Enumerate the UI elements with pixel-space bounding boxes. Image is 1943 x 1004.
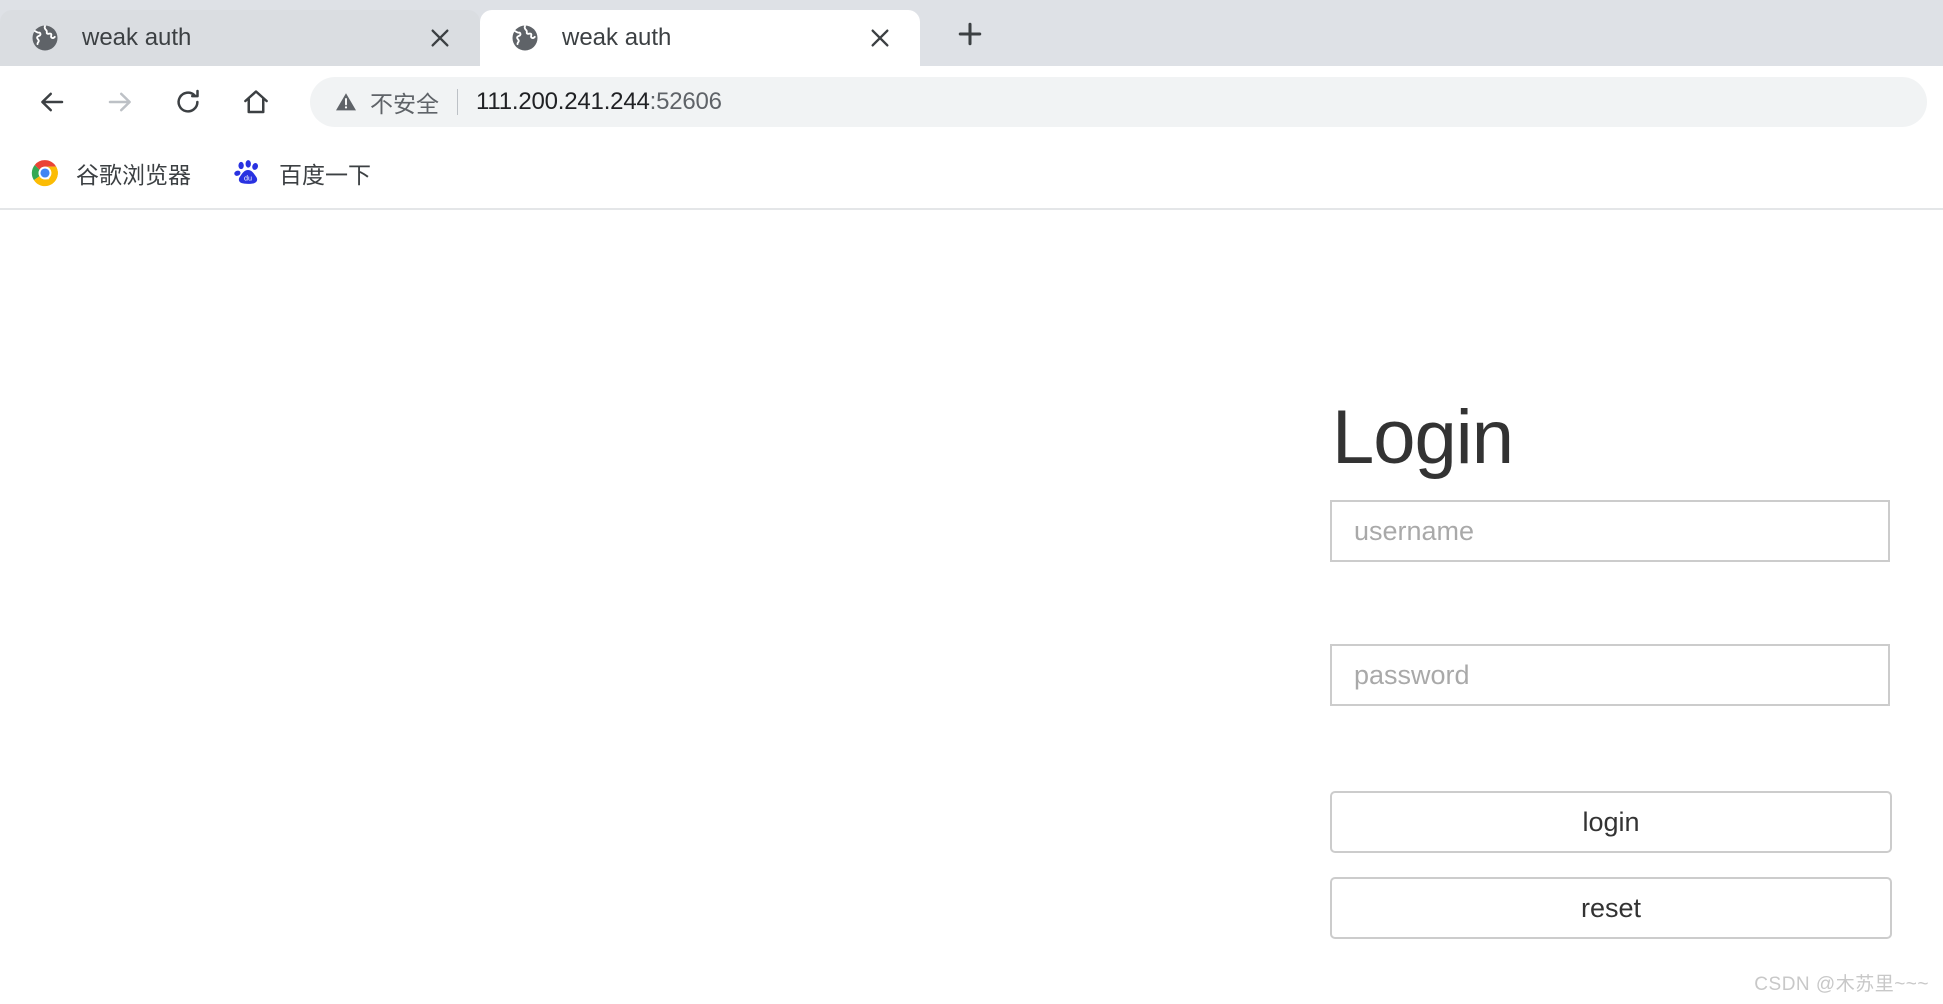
page-title: Login bbox=[1332, 395, 1514, 480]
url-host: 111.200.241.244 bbox=[476, 88, 650, 115]
reload-icon[interactable] bbox=[160, 74, 216, 130]
chrome-icon bbox=[30, 158, 60, 188]
browser-tab-1[interactable]: weak auth bbox=[0, 10, 480, 66]
address-bar[interactable]: 不安全 111.200.241.244:52606 bbox=[310, 77, 1927, 127]
login-button[interactable]: login bbox=[1330, 791, 1892, 853]
username-placeholder: username bbox=[1354, 515, 1475, 546]
browser-tab-2[interactable]: weak auth bbox=[480, 10, 920, 66]
bookmark-chrome[interactable]: 谷歌浏览器 bbox=[18, 149, 203, 197]
watermark: CSDN @木苏里~~~ bbox=[1754, 974, 1929, 995]
tab-title: weak auth bbox=[562, 24, 672, 51]
svg-text:du: du bbox=[244, 174, 252, 183]
close-icon[interactable] bbox=[418, 16, 462, 60]
close-icon[interactable] bbox=[858, 16, 902, 60]
browser-toolbar: 不安全 111.200.241.244:52606 bbox=[0, 66, 1943, 138]
globe-icon bbox=[30, 23, 60, 53]
tab-title: weak auth bbox=[82, 24, 192, 51]
bookmark-label: 百度一下 bbox=[279, 162, 371, 188]
bookmarks-bar: 谷歌浏览器 du 百度一下 bbox=[0, 138, 1943, 210]
username-input[interactable]: username bbox=[1330, 500, 1890, 562]
page-viewport: Login username password login reset CSDN… bbox=[0, 212, 1943, 1004]
omnibox-divider bbox=[457, 89, 458, 115]
password-input[interactable]: password bbox=[1330, 644, 1890, 706]
baidu-paw-icon: du bbox=[233, 158, 263, 188]
home-icon[interactable] bbox=[228, 74, 284, 130]
globe-icon bbox=[510, 23, 540, 53]
security-status-text: 不安全 bbox=[370, 91, 439, 117]
warning-triangle-icon bbox=[334, 90, 358, 114]
new-tab-button[interactable] bbox=[944, 8, 996, 60]
login-form: Login username password login reset bbox=[1330, 395, 1892, 939]
bookmark-label: 谷歌浏览器 bbox=[76, 162, 191, 188]
url-port: :52606 bbox=[649, 88, 722, 115]
reset-button[interactable]: reset bbox=[1330, 877, 1892, 939]
bookmark-baidu[interactable]: du 百度一下 bbox=[221, 149, 383, 197]
forward-arrow-icon bbox=[92, 74, 148, 130]
url-text: 111.200.241.244:52606 bbox=[476, 88, 722, 116]
back-arrow-icon[interactable] bbox=[24, 74, 80, 130]
password-placeholder: password bbox=[1354, 659, 1470, 690]
browser-window: weak auth weak auth 不安全 111.200.241.244:… bbox=[0, 0, 1943, 1004]
tab-strip: weak auth weak auth bbox=[0, 0, 1943, 66]
